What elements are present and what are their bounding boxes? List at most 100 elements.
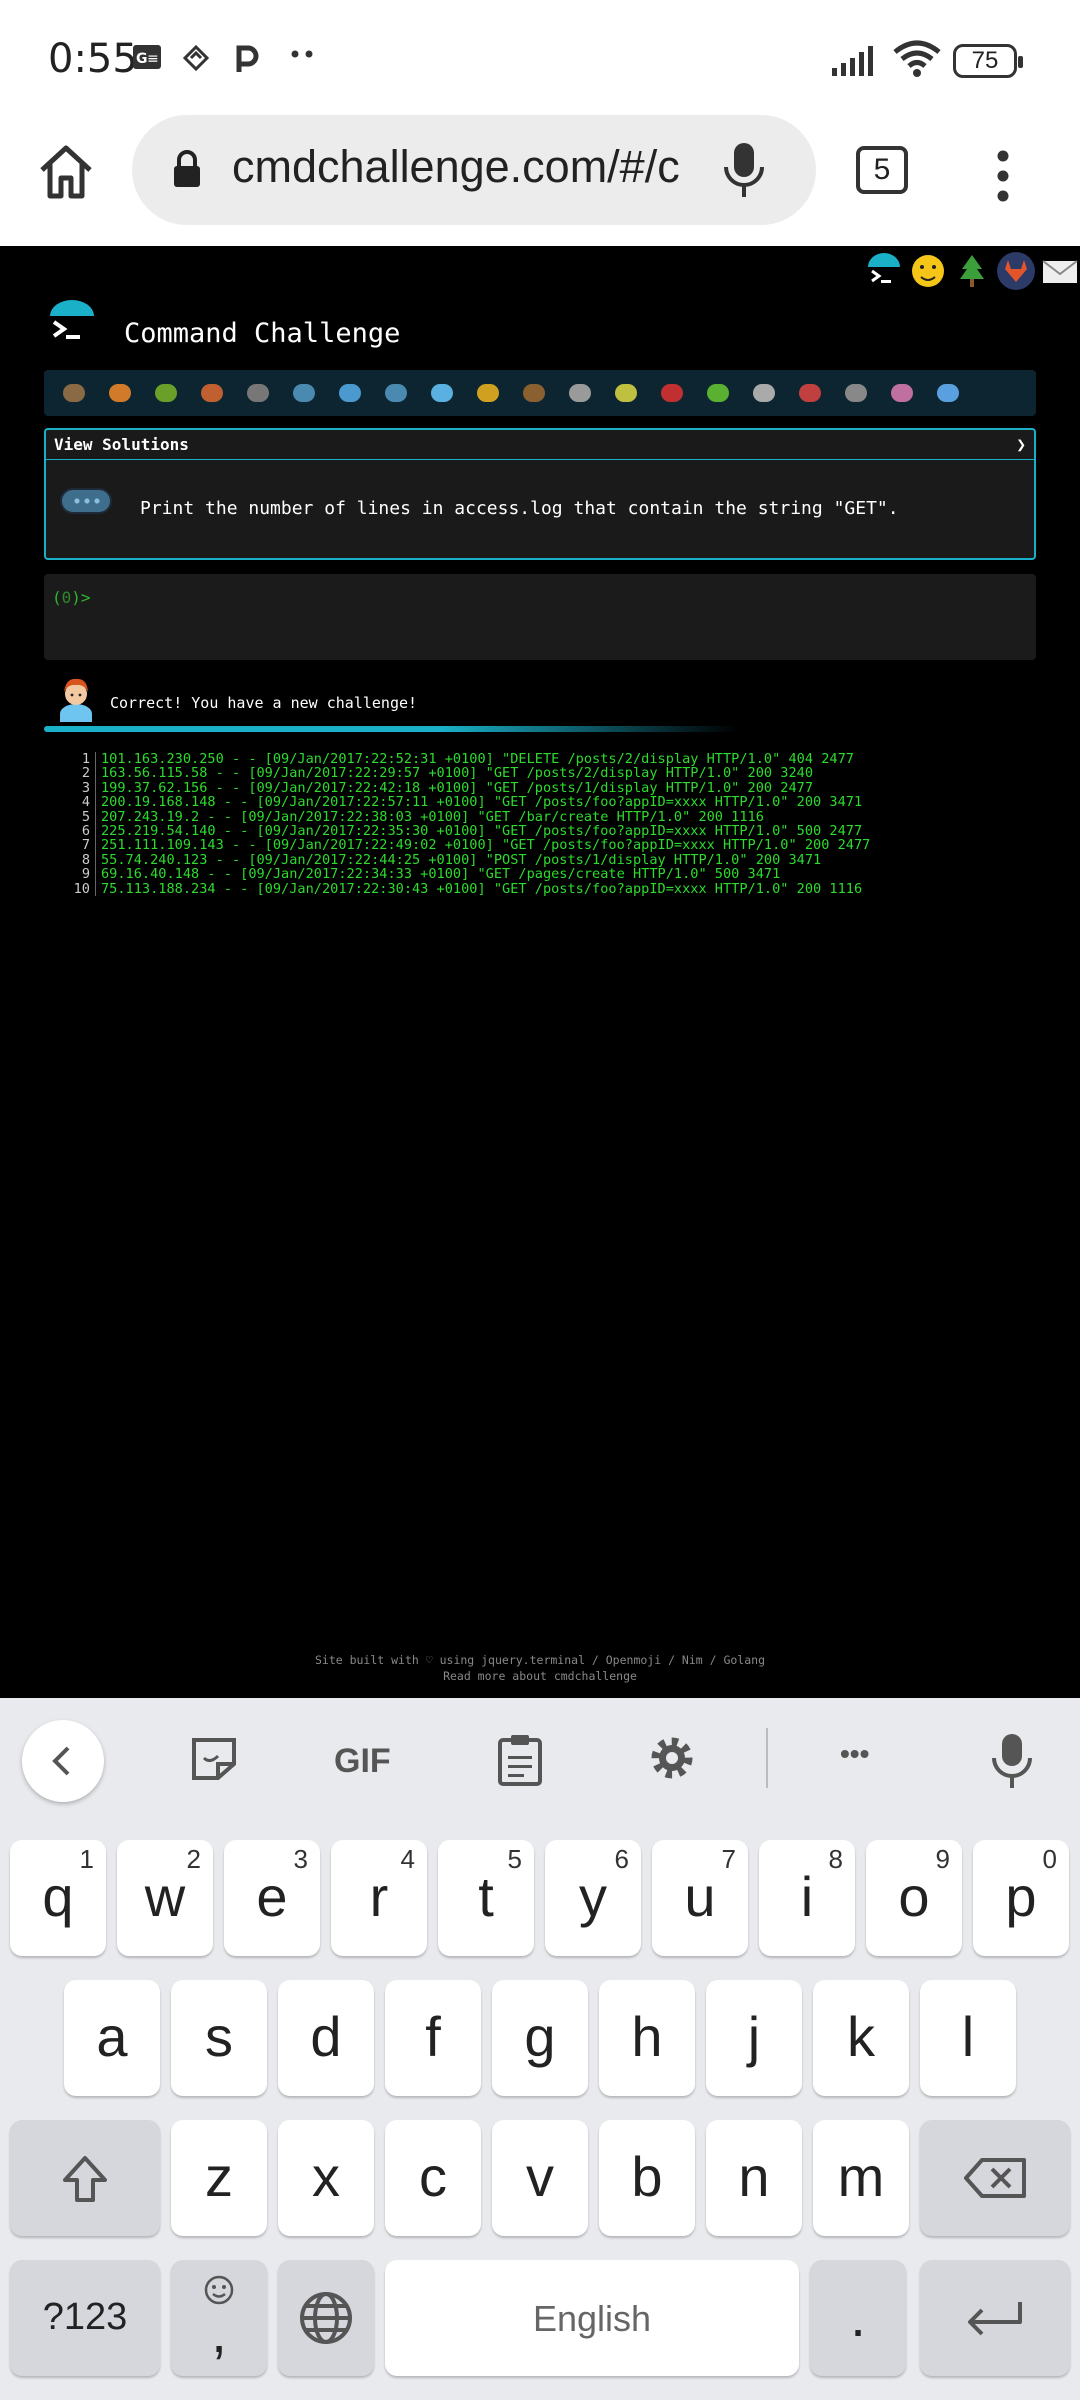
challenge-emoji-icon[interactable]: [742, 373, 786, 413]
key-f[interactable]: f: [385, 1980, 481, 2096]
period-key[interactable]: .: [810, 2260, 906, 2376]
challenge-emoji-icon[interactable]: [282, 373, 326, 413]
challenge-emoji-icon[interactable]: [788, 373, 832, 413]
space-key[interactable]: English: [385, 2260, 799, 2376]
language-key[interactable]: [278, 2260, 374, 2376]
challenge-emoji-icon[interactable]: [604, 373, 648, 413]
key-k[interactable]: k: [813, 1980, 909, 2096]
key-r[interactable]: r4: [331, 1840, 427, 1956]
challenge-progress-bar: [44, 370, 1036, 416]
challenge-emoji-icon[interactable]: [190, 373, 234, 413]
challenge-emoji-icon[interactable]: [558, 373, 602, 413]
keyboard-toolbar: GIF •••: [0, 1698, 1080, 1820]
key-e[interactable]: e3: [224, 1840, 320, 1956]
challenge-emoji-icon[interactable]: [650, 373, 694, 413]
key-j[interactable]: j: [706, 1980, 802, 2096]
log-line: 6 225.219.54.140 - - [09/Jan/2017:22:35:3…: [70, 824, 1030, 839]
tab-switcher-button[interactable]: 5: [856, 146, 908, 194]
line-number: 7: [70, 838, 96, 853]
challenge-emoji-icon[interactable]: [98, 373, 142, 413]
log-line: 2 163.56.115.58 - - [09/Jan/2017:22:29:57…: [70, 765, 1030, 782]
key-z[interactable]: z: [171, 2120, 267, 2236]
line-number: 10: [70, 881, 96, 896]
challenge-emoji-icon[interactable]: [466, 373, 510, 413]
home-icon[interactable]: [34, 140, 98, 204]
challenge-emoji-icon[interactable]: [926, 373, 970, 413]
key-b[interactable]: b: [599, 2120, 695, 2236]
top-links: [864, 251, 1080, 295]
key-o[interactable]: o9: [866, 1840, 962, 1956]
logo-icon[interactable]: [44, 298, 100, 354]
challenge-emoji-icon[interactable]: [328, 373, 372, 413]
backspace-key[interactable]: [920, 2120, 1070, 2236]
key-d-label: d: [310, 2005, 342, 2068]
gitlab-icon[interactable]: [996, 251, 1036, 291]
shift-key[interactable]: [10, 2120, 160, 2236]
challenge-emoji-icon[interactable]: [696, 373, 740, 413]
key-t[interactable]: t5: [438, 1840, 534, 1956]
challenge-emoji-icon[interactable]: [512, 373, 556, 413]
key-m[interactable]: m: [813, 2120, 909, 2236]
key-w[interactable]: w2: [117, 1840, 213, 1956]
key-l[interactable]: l: [920, 1980, 1016, 2096]
key-n[interactable]: n: [706, 2120, 802, 2236]
enter-key[interactable]: [920, 2260, 1070, 2376]
challenge-emoji-icon[interactable]: [144, 373, 188, 413]
terminal-input[interactable]: (0)>: [44, 574, 1036, 660]
key-p-hint: 0: [1042, 1844, 1057, 1874]
key-g[interactable]: g: [492, 1980, 588, 2096]
symbols-key[interactable]: ?123: [10, 2260, 160, 2376]
footer-read-more-link[interactable]: Read more about cmdchallenge: [0, 1668, 1080, 1684]
key-c[interactable]: c: [385, 2120, 481, 2236]
chevron-right-icon: ❯: [1016, 435, 1026, 454]
voice-input-icon[interactable]: [990, 1732, 1034, 1788]
key-c-label: c: [419, 2145, 447, 2208]
more-options-icon[interactable]: •••: [840, 1738, 869, 1794]
key-d[interactable]: d: [278, 1980, 374, 2096]
key-q[interactable]: q1: [10, 1840, 106, 1956]
wifi-icon: [892, 40, 942, 86]
challenge-emoji-icon[interactable]: [880, 373, 924, 413]
key-l-label: l: [961, 2005, 975, 2068]
more-dots-icon: [290, 38, 316, 72]
tree-icon[interactable]: [952, 251, 992, 291]
log-text: 55.74.240.123 - - [09/Jan/2017:22:44:25 …: [101, 851, 822, 868]
log-text: 199.37.62.156 - - [09/Jan/2017:22:42:18 …: [101, 779, 814, 796]
key-y[interactable]: y6: [545, 1840, 641, 1956]
menu-icon[interactable]: [996, 146, 1010, 206]
comma-key[interactable]: ,: [171, 2260, 267, 2376]
settings-gear-icon[interactable]: [646, 1732, 698, 1788]
log-text: 163.56.115.58 - - [09/Jan/2017:22:29:57 …: [101, 765, 814, 782]
challenge-emoji-icon[interactable]: [420, 373, 464, 413]
voice-search-icon[interactable]: [722, 141, 766, 201]
view-solutions-toggle[interactable]: View Solutions ❯: [46, 430, 1034, 460]
key-a[interactable]: a: [64, 1980, 160, 2096]
key-h-label: h: [631, 2005, 663, 2068]
key-y-hint: 6: [614, 1844, 629, 1874]
key-u[interactable]: u7: [652, 1840, 748, 1956]
key-s[interactable]: s: [171, 1980, 267, 2096]
challenge-emoji-icon[interactable]: [52, 373, 96, 413]
challenge-emoji-icon[interactable]: [374, 373, 418, 413]
keyboard-back-button[interactable]: [22, 1720, 104, 1802]
clipboard-icon[interactable]: [496, 1732, 544, 1788]
mail-icon[interactable]: [1040, 251, 1080, 291]
key-h[interactable]: h: [599, 1980, 695, 2096]
log-text: 200.19.168.148 - - [09/Jan/2017:22:57:11…: [101, 794, 863, 811]
address-bar[interactable]: cmdchallenge.com/#/c: [132, 115, 816, 225]
key-i[interactable]: i8: [759, 1840, 855, 1956]
key-p[interactable]: p0: [973, 1840, 1069, 1956]
emoji-smiley-icon: [204, 2275, 234, 2305]
layers-icon: [182, 44, 210, 80]
challenge-emoji-icon[interactable]: [834, 373, 878, 413]
sticker-icon[interactable]: [188, 1732, 240, 1788]
key-v[interactable]: v: [492, 2120, 588, 2236]
key-x[interactable]: x: [278, 2120, 374, 2236]
terminal-icon[interactable]: [864, 251, 904, 291]
status-time: 0:55: [48, 36, 138, 82]
key-k-label: k: [847, 2005, 875, 2068]
emoji-icon[interactable]: [908, 251, 948, 291]
log-text: 101.163.230.250 - - [09/Jan/2017:22:52:3…: [101, 751, 854, 767]
challenge-emoji-icon[interactable]: [236, 373, 280, 413]
gif-button[interactable]: GIF: [334, 1742, 391, 1798]
